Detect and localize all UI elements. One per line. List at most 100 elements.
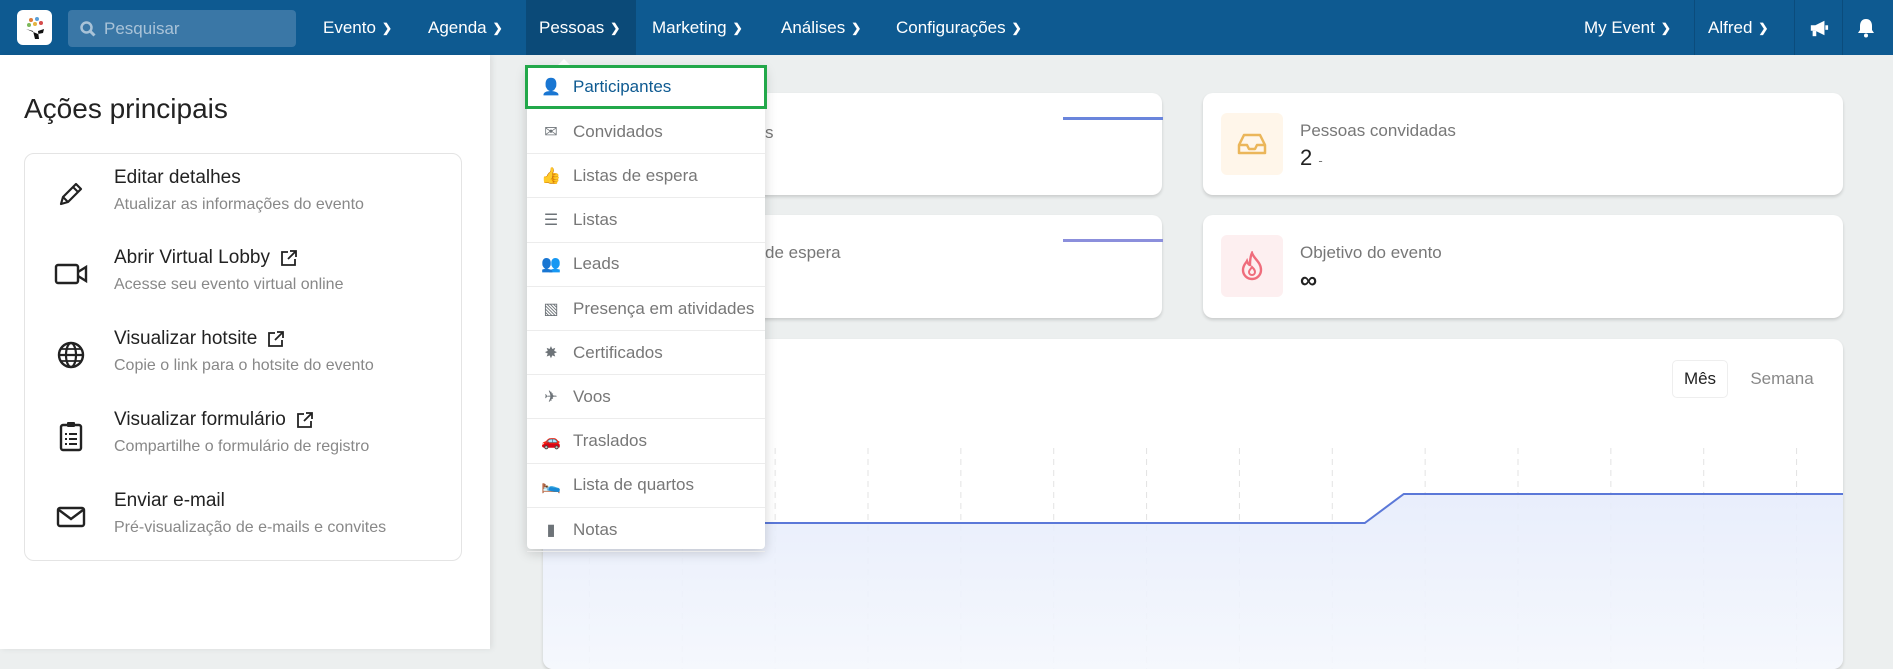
- nav-agenda[interactable]: Agenda ❯: [415, 0, 516, 55]
- nav-analises[interactable]: Análises ❯: [768, 0, 874, 55]
- logo-icon: [25, 16, 44, 39]
- search-icon: [80, 20, 96, 37]
- nav-marketing[interactable]: Marketing ❯: [639, 0, 756, 55]
- car-icon: 🚗: [541, 433, 561, 451]
- divider: [1794, 0, 1795, 55]
- stat-delta: -: [1318, 153, 1323, 168]
- panel-title: Ações principais: [24, 93, 228, 124]
- chevron-down-icon: ❯: [851, 20, 862, 35]
- external-link-icon: [296, 412, 313, 428]
- nav-pessoas[interactable]: Pessoas ❯: [526, 0, 636, 55]
- note-icon: ▮: [546, 521, 556, 539]
- megaphone-icon: [1810, 20, 1829, 36]
- certificate-icon: ✸: [544, 344, 558, 362]
- stat-value: ∞: [1300, 267, 1318, 294]
- top-navbar: Evento ❯ Agenda ❯ Pessoas ❯ Marketing ❯ Anál…: [0, 0, 1893, 55]
- action-view-form[interactable]: Visualizar formulário Compartilhe o form…: [25, 396, 461, 476]
- dropdown-item-label: Notas: [573, 519, 618, 539]
- dropdown-item-leads[interactable]: 👥 Leads: [527, 243, 765, 287]
- thumbs-up-icon: 👍: [541, 167, 561, 185]
- dropdown-item-label: Traslados: [573, 431, 648, 451]
- event-selector[interactable]: My Event ❯: [1571, 0, 1684, 55]
- nav-configuracoes[interactable]: Configurações ❯: [883, 0, 1035, 55]
- dropdown-item-voos[interactable]: ✈ Voos: [527, 375, 765, 420]
- dropdown-item-presenca-em-atividades[interactable]: ▧ Presença em atividades: [527, 287, 765, 331]
- dropdown-item-traslados[interactable]: 🚗 Traslados: [527, 420, 765, 464]
- stat-card-goal: Objetivo do evento ∞: [1203, 215, 1843, 318]
- main-actions-panel: Ações principais Editar detalhes Atualiz…: [0, 55, 490, 649]
- search-input[interactable]: [104, 18, 284, 39]
- toggle-month[interactable]: Mês: [1672, 360, 1728, 398]
- action-subtitle: Copie o link para o hotsite do evento: [114, 357, 374, 374]
- chevron-down-icon: ❯: [381, 20, 392, 35]
- event-selector-label: My Event: [1584, 17, 1655, 37]
- video-camera-icon: [53, 256, 89, 292]
- chevron-down-icon: ❯: [492, 20, 503, 35]
- nav-label: Evento: [323, 17, 376, 37]
- dropdown-item-notas[interactable]: ▮ Notas: [527, 508, 765, 552]
- nav-label: Pessoas: [539, 17, 605, 37]
- dropdown-item-label: Listas: [573, 210, 618, 230]
- chevron-down-icon: ❯: [1660, 20, 1671, 35]
- app-logo[interactable]: [17, 10, 52, 45]
- action-title: Visualizar hotsite: [114, 328, 258, 349]
- notifications-button[interactable]: [1843, 0, 1889, 55]
- user-name: Alfred: [1708, 17, 1753, 37]
- dropdown-item-label: Certificados: [573, 342, 663, 362]
- fire-icon: [1221, 235, 1283, 297]
- plane-icon: ✈: [544, 388, 558, 406]
- search-box[interactable]: [68, 10, 296, 47]
- action-title: Editar detalhes: [114, 167, 241, 188]
- action-open-virtual-lobby[interactable]: Abrir Virtual Lobby Acesse seu evento vi…: [25, 234, 461, 314]
- envelope-icon: ✉: [544, 123, 558, 141]
- nav-label: Configurações: [896, 17, 1006, 37]
- dropdown-item-label: Listas de espera: [573, 165, 698, 185]
- trend-line: [1063, 117, 1163, 120]
- dropdown-item-label: Voos: [573, 386, 611, 406]
- nav-label: Marketing: [652, 17, 727, 37]
- user-menu[interactable]: Alfred ❯: [1695, 0, 1781, 55]
- external-link-icon: [281, 250, 297, 266]
- action-view-hotsite[interactable]: Visualizar hotsite Copie o link para o h…: [25, 315, 461, 395]
- dropdown-item-listas[interactable]: ☰ Listas: [527, 199, 765, 243]
- action-subtitle: Acesse seu evento virtual online: [114, 276, 344, 293]
- users-icon: 👥: [541, 256, 561, 274]
- pessoas-dropdown-menu: 👤 Participantes ✉ Convidados 👍 Listas de espe…: [525, 65, 767, 552]
- toggle-week[interactable]: Semana: [1746, 360, 1818, 398]
- nav-label: Agenda: [428, 17, 487, 37]
- actions-card: Editar detalhes Atualizar as informações…: [24, 153, 462, 561]
- dropdown-item-lista-de-quartos[interactable]: 🛌 Lista de quartos: [527, 464, 765, 508]
- action-title: Enviar e-mail: [114, 490, 225, 511]
- dropdown-item-label: Presença em atividades: [573, 298, 755, 318]
- envelope-icon: [53, 499, 89, 535]
- dropdown-item-listas-de-espera[interactable]: 👍 Listas de espera: [527, 154, 765, 199]
- list-icon: ☰: [543, 212, 559, 230]
- user-icon: 👤: [541, 79, 561, 96]
- action-subtitle: Atualizar as informações do evento: [114, 196, 364, 213]
- dropdown-item-convidados[interactable]: ✉ Convidados: [527, 110, 765, 155]
- stat-label: Pessoas convidadas: [1300, 121, 1456, 140]
- dropdown-item-label: Participantes: [573, 77, 672, 96]
- action-edit-details[interactable]: Editar detalhes Atualizar as informações…: [25, 154, 461, 234]
- stat-value: 2 -: [1300, 145, 1323, 171]
- globe-icon: [53, 337, 89, 373]
- inbox-icon: [1221, 113, 1283, 175]
- nav-evento[interactable]: Evento ❯: [310, 0, 405, 55]
- chevron-up-icon: ❯: [610, 20, 621, 35]
- action-send-email[interactable]: Enviar e-mail Pré-visualização de e-mail…: [25, 477, 461, 557]
- presentation-icon: ▧: [543, 300, 559, 318]
- chevron-down-icon: ❯: [1758, 20, 1769, 35]
- stat-label: s: [765, 123, 774, 142]
- clipboard-icon: [53, 418, 89, 454]
- announcements-button[interactable]: [1796, 0, 1842, 55]
- dropdown-item-label: Convidados: [573, 121, 663, 141]
- bed-icon: 🛌: [541, 477, 561, 495]
- external-link-icon: [268, 331, 285, 347]
- chevron-down-icon: ❯: [732, 20, 743, 35]
- stat-card-invited: Pessoas convidadas 2 -: [1203, 93, 1843, 195]
- action-title: Abrir Virtual Lobby: [114, 247, 270, 268]
- dropdown-item-label: Lista de quartos: [573, 475, 694, 495]
- dropdown-item-participantes[interactable]: 👤 Participantes: [525, 65, 767, 109]
- dropdown-item-certificados[interactable]: ✸ Certificados: [527, 331, 765, 376]
- nav-label: Análises: [781, 17, 846, 37]
